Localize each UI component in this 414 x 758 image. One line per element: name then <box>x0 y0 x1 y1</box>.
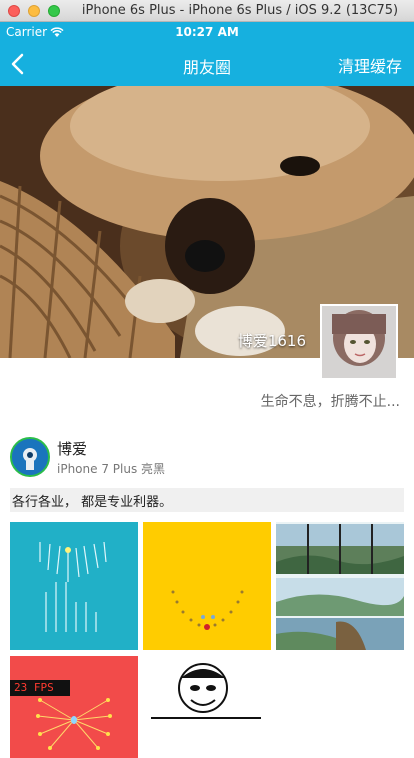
post-image-1[interactable] <box>10 522 138 650</box>
post-image-4[interactable]: 23 FPS <box>10 656 138 758</box>
window-title: iPhone 6s Plus - iPhone 6s Plus / iOS 9.… <box>81 3 399 18</box>
window-zoom-button[interactable] <box>48 5 60 17</box>
profile-name: 博爱1616 <box>237 332 306 350</box>
meme-face-image <box>143 656 271 758</box>
avatar-girl-image <box>322 306 396 378</box>
window-minimize-button[interactable] <box>28 5 40 17</box>
scenery-collage-image <box>276 522 404 650</box>
simulator-title-bar: iPhone 6s Plus - iPhone 6s Plus / iOS 9.… <box>0 0 414 22</box>
clear-cache-button[interactable]: 清理缓存 <box>338 53 402 77</box>
profile-signature: 生命不息，折腾不止... <box>260 394 400 410</box>
spaceman-avatar-image <box>12 439 48 475</box>
post-image-2[interactable] <box>143 522 271 650</box>
post-device: iPhone 7 Plus 亮黑 <box>57 462 166 476</box>
profile-avatar[interactable] <box>320 304 398 380</box>
particle-rain-image <box>10 522 138 650</box>
nav-bar: 朋友圈 清理缓存 <box>0 42 414 86</box>
window-close-button[interactable] <box>8 5 20 17</box>
post-content: 各行各业， 都是专业利器。 <box>10 488 404 512</box>
post-image-3[interactable] <box>276 522 404 650</box>
status-time: 10:27 AM <box>175 25 239 39</box>
status-bar: Carrier 10:27 AM <box>0 22 414 42</box>
post-author-name[interactable]: 博爱 <box>57 438 87 459</box>
dot-curve-image <box>143 522 271 650</box>
fps-counter: 23 FPS <box>10 680 70 696</box>
post-author-avatar[interactable] <box>10 437 50 477</box>
post-image-5[interactable] <box>143 656 271 758</box>
firework-image <box>10 656 138 758</box>
